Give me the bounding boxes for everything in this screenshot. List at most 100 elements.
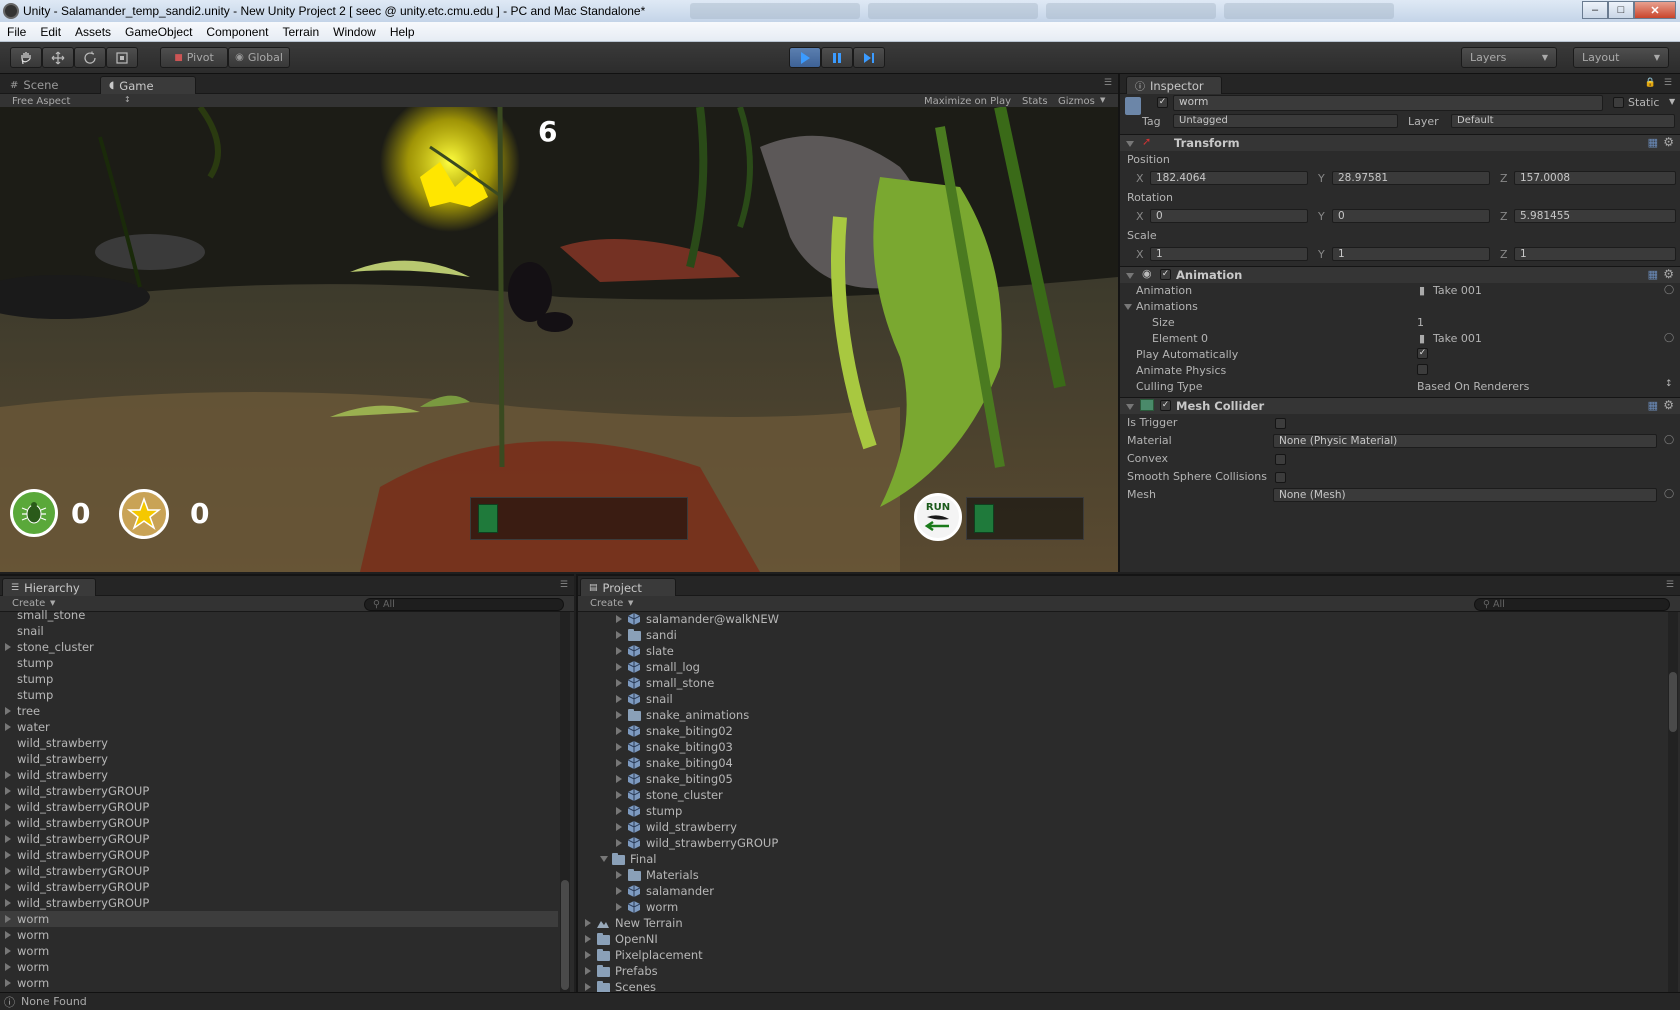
expand-arrow-icon[interactable] — [5, 947, 11, 955]
hierarchy-item[interactable]: stump — [0, 671, 558, 687]
expand-arrow-icon[interactable] — [600, 856, 608, 862]
size-value[interactable]: 1 — [1417, 316, 1424, 329]
hierarchy-item[interactable]: wild_strawberryGROUP — [0, 863, 558, 879]
expand-arrow-icon[interactable] — [585, 967, 591, 975]
menu-assets[interactable]: Assets — [68, 25, 118, 39]
animation-header[interactable]: ◉ ✓ Animation ▦ ⚙ — [1120, 266, 1680, 283]
project-item[interactable]: snake_biting03 — [616, 739, 1016, 755]
expand-arrow-icon[interactable] — [616, 695, 622, 703]
hierarchy-item[interactable]: water — [0, 719, 558, 735]
play-automatically-checkbox[interactable]: ✓ — [1417, 348, 1428, 359]
help-book-icon[interactable]: ▦ — [1648, 136, 1658, 149]
layout-dropdown[interactable]: Layout ▼ — [1573, 47, 1669, 68]
run-icon[interactable]: RUN — [914, 493, 962, 541]
expand-arrow-icon[interactable] — [5, 915, 11, 923]
expand-arrow-icon[interactable] — [5, 787, 11, 795]
close-button[interactable]: ✕ — [1634, 1, 1676, 19]
gear-icon[interactable]: ⚙ — [1663, 267, 1674, 281]
project-item[interactable]: salamander@walkNEW — [616, 611, 1016, 627]
menu-help[interactable]: Help — [383, 25, 422, 39]
rotation-x-field[interactable]: 0 — [1150, 209, 1308, 223]
expand-arrow-icon[interactable] — [5, 643, 11, 651]
hierarchy-item[interactable]: wild_strawberry — [0, 767, 558, 783]
expand-arrow-icon[interactable] — [5, 899, 11, 907]
hierarchy-item[interactable]: wild_strawberryGROUP — [0, 815, 558, 831]
project-scroll-thumb[interactable] — [1669, 672, 1677, 732]
expand-arrow-icon[interactable] — [5, 883, 11, 891]
panel-menu-icon[interactable]: ☰ — [1104, 78, 1112, 88]
expand-arrow-icon[interactable] — [5, 707, 11, 715]
mesh-collider-enabled-checkbox[interactable]: ✓ — [1160, 400, 1171, 411]
aspect-dropdown[interactable]: Free Aspect — [12, 96, 70, 107]
expand-arrow-icon[interactable] — [616, 887, 622, 895]
animation-enabled-checkbox[interactable]: ✓ — [1160, 269, 1171, 280]
expand-arrow-icon[interactable] — [616, 823, 622, 831]
hierarchy-item[interactable]: worm — [0, 927, 558, 943]
mesh-collider-header[interactable]: ✓ Mesh Collider ▦ ⚙ — [1120, 397, 1680, 414]
project-item[interactable]: salamander — [616, 883, 1016, 899]
dropdown-arrow-icon[interactable]: ↕ — [1665, 379, 1673, 389]
rotation-y-field[interactable]: 0 — [1332, 209, 1490, 223]
expand-arrow-icon[interactable] — [616, 663, 622, 671]
expand-arrow-icon[interactable] — [585, 983, 591, 991]
project-item[interactable]: small_log — [616, 659, 1016, 675]
object-name-field[interactable]: worm — [1173, 95, 1603, 111]
animations-expand-arrow-icon[interactable] — [1124, 304, 1132, 310]
stats-toggle[interactable]: Stats — [1022, 96, 1048, 107]
hierarchy-item[interactable]: wild_strawberryGROUP — [0, 799, 558, 815]
project-item[interactable]: Pixelplacement — [585, 947, 985, 963]
object-picker-icon[interactable]: ◯ — [1664, 489, 1674, 499]
project-item[interactable]: stone_cluster — [616, 787, 1016, 803]
tag-dropdown[interactable]: Untagged — [1173, 114, 1398, 128]
hierarchy-item[interactable]: wild_strawberryGROUP — [0, 783, 558, 799]
expand-arrow-icon[interactable] — [616, 839, 622, 847]
pause-button[interactable] — [821, 47, 853, 68]
hierarchy-item[interactable]: worm — [0, 911, 558, 927]
tab-game[interactable]: ◖ Game — [100, 76, 196, 94]
panel-menu-icon[interactable]: ☰ — [560, 580, 568, 590]
transform-header[interactable]: ➚ Transform ▦ ⚙ — [1120, 134, 1680, 151]
hierarchy-item[interactable]: worm — [0, 943, 558, 959]
project-item[interactable]: small_stone — [616, 675, 1016, 691]
game-view[interactable]: 6 0 0 RUN — [0, 107, 1118, 572]
active-checkbox[interactable]: ✓ — [1157, 97, 1168, 108]
project-item[interactable]: New Terrain — [585, 915, 985, 931]
expand-arrow-icon[interactable] — [5, 979, 11, 987]
hierarchy-item[interactable]: worm — [0, 959, 558, 975]
expand-arrow-icon[interactable] — [585, 919, 591, 927]
smooth-sphere-checkbox[interactable] — [1275, 472, 1286, 483]
collapse-arrow-icon[interactable] — [1126, 404, 1134, 410]
collapse-arrow-icon[interactable] — [1126, 141, 1134, 147]
expand-arrow-icon[interactable] — [585, 951, 591, 959]
expand-arrow-icon[interactable] — [585, 935, 591, 943]
gear-icon[interactable]: ⚙ — [1663, 398, 1674, 412]
help-book-icon[interactable]: ▦ — [1648, 268, 1658, 281]
expand-arrow-icon[interactable] — [616, 727, 622, 735]
project-item[interactable]: wild_strawberry — [616, 819, 1016, 835]
project-item[interactable]: OpenNI — [585, 931, 985, 947]
project-item[interactable]: Final — [600, 851, 1000, 867]
hierarchy-item[interactable]: snail — [0, 623, 558, 639]
expand-arrow-icon[interactable] — [616, 647, 622, 655]
tab-scene[interactable]: # Scene — [2, 76, 66, 94]
hierarchy-item[interactable]: stone_cluster — [0, 639, 558, 655]
hierarchy-item[interactable]: wild_strawberryGROUP — [0, 895, 558, 911]
is-trigger-checkbox[interactable] — [1275, 418, 1286, 429]
layer-dropdown[interactable]: Default — [1451, 114, 1675, 128]
project-item[interactable]: snake_biting04 — [616, 755, 1016, 771]
step-button[interactable] — [853, 47, 885, 68]
menu-component[interactable]: Component — [199, 25, 275, 39]
expand-arrow-icon[interactable] — [616, 791, 622, 799]
collapse-arrow-icon[interactable] — [1126, 273, 1134, 279]
expand-arrow-icon[interactable] — [5, 723, 11, 731]
lock-icon[interactable]: 🔒 — [1645, 78, 1656, 88]
expand-arrow-icon[interactable] — [616, 871, 622, 879]
project-item[interactable]: snail — [616, 691, 1016, 707]
hierarchy-item[interactable]: small_stone — [0, 607, 558, 623]
hierarchy-item[interactable]: worm — [0, 975, 558, 991]
expand-arrow-icon[interactable] — [616, 743, 622, 751]
menu-edit[interactable]: Edit — [33, 25, 68, 39]
minimize-button[interactable]: – — [1582, 1, 1608, 19]
object-picker-icon[interactable]: ◯ — [1664, 333, 1674, 343]
expand-arrow-icon[interactable] — [5, 803, 11, 811]
